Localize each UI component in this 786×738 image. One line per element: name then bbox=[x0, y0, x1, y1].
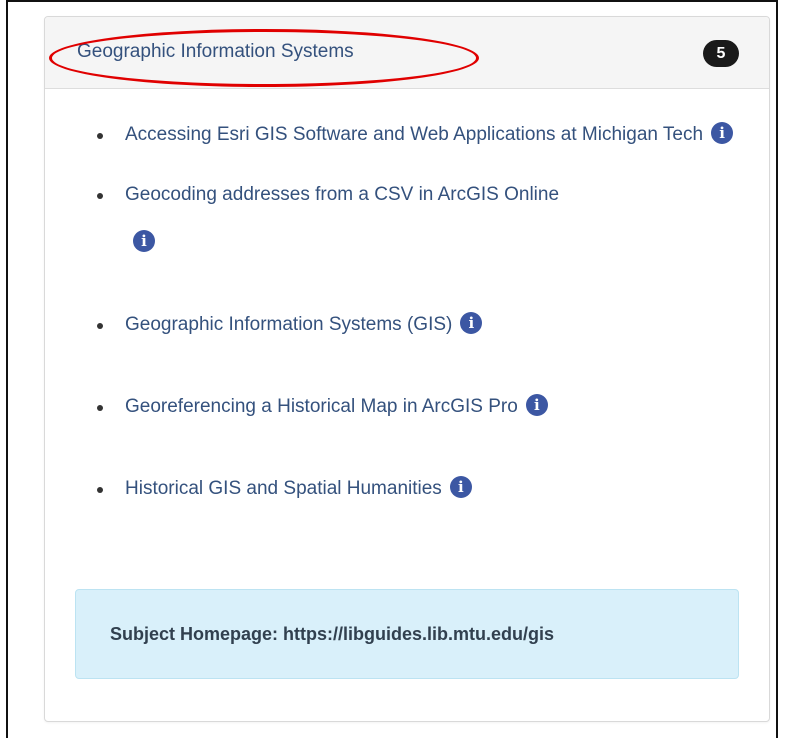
info-circle-icon[interactable]: i bbox=[711, 121, 734, 144]
subject-homepage-label: Subject Homepage: bbox=[110, 624, 279, 644]
info-circle-icon[interactable]: i bbox=[449, 475, 472, 498]
guide-link[interactable]: Historical GIS and Spatial Humanities bbox=[125, 478, 442, 499]
list-item: Georeferencing a Historical Map in ArcGI… bbox=[97, 383, 737, 431]
info-circle-icon[interactable]: i bbox=[525, 393, 548, 416]
panel-heading: Geographic Information Systems 5 bbox=[45, 17, 769, 89]
guide-link[interactable]: Georeferencing a Historical Map in ArcGI… bbox=[125, 396, 518, 417]
panel-title[interactable]: Geographic Information Systems bbox=[77, 41, 354, 63]
list-item: Historical GIS and Spatial Humanities i bbox=[97, 465, 737, 513]
guide-link[interactable]: Accessing Esri GIS Software and Web Appl… bbox=[125, 124, 703, 145]
screenshot-frame: Geographic Information Systems 5 Accessi… bbox=[6, 0, 778, 738]
guide-list: Accessing Esri GIS Software and Web Appl… bbox=[97, 111, 737, 547]
subject-homepage-box: Subject Homepage: https://libguides.lib.… bbox=[75, 589, 739, 679]
info-circle-icon[interactable]: i bbox=[460, 311, 483, 334]
info-circle-icon[interactable]: i bbox=[133, 229, 155, 252]
subject-panel: Geographic Information Systems 5 Accessi… bbox=[44, 16, 770, 722]
list-item: Geocoding addresses from a CSV in ArcGIS… bbox=[97, 171, 737, 267]
guide-link[interactable]: Geocoding addresses from a CSV in ArcGIS… bbox=[125, 184, 559, 205]
guide-count-badge: 5 bbox=[703, 40, 739, 67]
list-item: Accessing Esri GIS Software and Web Appl… bbox=[97, 111, 737, 159]
subject-homepage-text: Subject Homepage: https://libguides.lib.… bbox=[110, 624, 554, 645]
subject-homepage-link[interactable]: https://libguides.lib.mtu.edu/gis bbox=[283, 624, 554, 644]
list-item: Geographic Information Systems (GIS) i bbox=[97, 301, 737, 349]
guide-link[interactable]: Geographic Information Systems (GIS) bbox=[125, 314, 452, 335]
